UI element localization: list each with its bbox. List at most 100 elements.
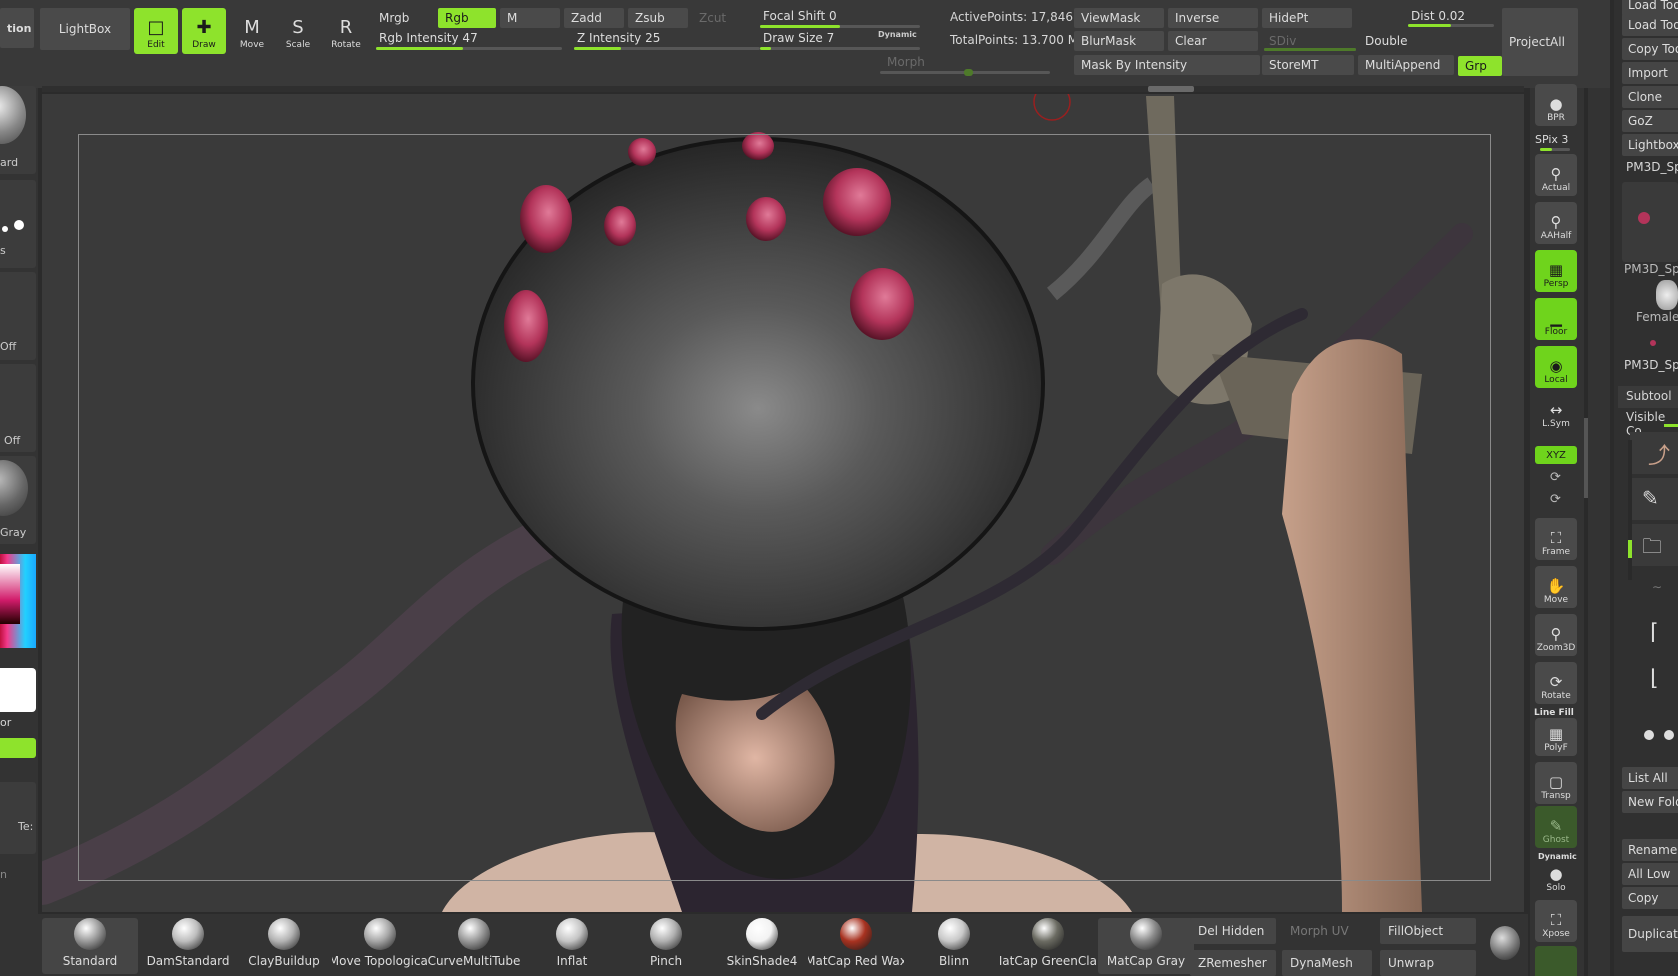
rgb-intensity-slider[interactable]: Rgb Intensity 47 xyxy=(372,28,562,48)
list-all-button[interactable]: List All xyxy=(1622,767,1678,789)
secondary-color-swatch[interactable] xyxy=(0,738,36,758)
spix-slider[interactable]: SPix 3 xyxy=(1535,133,1568,146)
xyz-button[interactable]: XYZ xyxy=(1535,446,1577,464)
all-low-button[interactable]: All Low xyxy=(1622,863,1678,885)
goz-button[interactable]: GoZ xyxy=(1622,110,1678,132)
subtool-item[interactable] xyxy=(1630,708,1678,750)
rgb-intensity-track[interactable] xyxy=(376,47,562,50)
female-thumbnail-icon[interactable] xyxy=(1656,280,1678,310)
menu-button-partial[interactable]: tion xyxy=(0,8,34,48)
spix-track[interactable] xyxy=(1540,148,1570,151)
right-shelf-scroll-thumb[interactable] xyxy=(1584,418,1588,498)
material-slot[interactable]: Standard xyxy=(42,918,138,974)
zcut-toggle[interactable]: Zcut xyxy=(692,8,742,28)
brush-preview[interactable]: ard xyxy=(0,86,36,174)
fillobject-button[interactable]: FillObject xyxy=(1380,918,1476,944)
multiappend-button[interactable]: MultiAppend xyxy=(1358,55,1454,75)
scale-button[interactable]: S Scale xyxy=(276,8,320,54)
material-slot[interactable]: Blinn xyxy=(906,918,1002,974)
morph-track[interactable] xyxy=(880,69,1050,76)
sdiv-track[interactable] xyxy=(1264,48,1356,51)
subtool-item[interactable]: ⌊ xyxy=(1630,662,1678,704)
aahalf-button[interactable]: ⚲ AAHalf xyxy=(1535,202,1577,244)
zoom3d-button[interactable]: ⚲ Zoom3D xyxy=(1535,614,1577,656)
unwrap-button[interactable]: Unwrap xyxy=(1380,950,1476,976)
rename-button[interactable]: Rename xyxy=(1622,839,1678,861)
rotate-view-button[interactable]: ⟳ Rotate xyxy=(1535,662,1577,704)
grp-toggle[interactable]: Grp xyxy=(1458,56,1502,76)
alpha-preview[interactable]: Off xyxy=(0,272,36,360)
rotate-z-icon[interactable]: ⟳ xyxy=(1550,492,1561,507)
m-toggle[interactable]: M xyxy=(500,8,560,28)
material-slot[interactable]: MatCap Red Wax xyxy=(808,918,904,974)
color-gradient-square[interactable] xyxy=(0,564,20,624)
draw-button[interactable]: ✚ Draw xyxy=(182,8,226,54)
focal-shift-slider[interactable]: Focal Shift 0 xyxy=(756,6,916,26)
bpr-button[interactable]: ● BPR xyxy=(1535,84,1577,126)
material-slot[interactable]: MatCap GreenClay xyxy=(1000,918,1096,974)
pm3d-thumbnail-icon[interactable] xyxy=(1650,340,1656,346)
blurmask-button[interactable]: BlurMask xyxy=(1074,31,1164,51)
viewmask-button[interactable]: ViewMask xyxy=(1074,8,1164,28)
material-slot[interactable]: Pinch xyxy=(618,918,714,974)
dynamic-toggle[interactable]: Dynamic xyxy=(878,30,917,39)
material-slot[interactable]: CurveMultiTube xyxy=(426,918,522,974)
solo-button[interactable]: ● Solo xyxy=(1535,860,1577,896)
stroke-preview[interactable]: s xyxy=(0,180,36,268)
canvas-scroll-thumb[interactable] xyxy=(1148,86,1194,92)
actual-button[interactable]: ⚲ Actual xyxy=(1535,154,1577,196)
extra-shelf-button[interactable] xyxy=(1535,946,1577,976)
persp-button[interactable]: ▦ Persp xyxy=(1535,250,1577,292)
edit-button[interactable]: □ Edit xyxy=(134,8,178,54)
dist-track[interactable] xyxy=(1408,24,1494,27)
move-button[interactable]: M Move xyxy=(230,8,274,54)
lightbox-button[interactable]: LightBox xyxy=(40,8,130,50)
zbrush-logo-icon[interactable] xyxy=(1490,926,1520,960)
del-hidden-button[interactable]: Del Hidden xyxy=(1190,918,1276,944)
visible-count-slider[interactable] xyxy=(1664,424,1678,427)
canvas-scrollbar-horizontal[interactable] xyxy=(42,86,1524,92)
projectall-button[interactable]: ProjectAll xyxy=(1502,8,1578,76)
zsub-toggle[interactable]: Zsub xyxy=(628,8,688,28)
double-button[interactable]: Double xyxy=(1358,31,1448,51)
material-slot[interactable]: DamStandard xyxy=(140,918,236,974)
subtool-folder[interactable]: 🗀 xyxy=(1630,524,1678,566)
material-slot[interactable]: SkinShade4 xyxy=(714,918,810,974)
texture-slot[interactable]: Te: xyxy=(0,782,36,854)
mrgb-toggle[interactable]: Mrgb xyxy=(372,8,432,28)
clone-button[interactable]: Clone xyxy=(1622,86,1678,108)
inverse-button[interactable]: Inverse xyxy=(1168,8,1258,28)
texture-preview[interactable]: Off xyxy=(0,364,36,452)
rgb-toggle[interactable]: Rgb xyxy=(438,8,496,28)
duplicate-button[interactable]: Duplicate xyxy=(1622,916,1678,952)
z-intensity-track[interactable] xyxy=(574,47,760,50)
material-slot[interactable]: ClayBuildup xyxy=(236,918,332,974)
lsym-button[interactable]: ↔ L.Sym xyxy=(1535,394,1577,432)
color-picker[interactable] xyxy=(0,554,36,648)
material-slot[interactable]: Inflat xyxy=(524,918,620,974)
material-slot[interactable]: MatCap Gray xyxy=(1098,918,1194,974)
morph-slider[interactable]: Morph xyxy=(880,52,1020,72)
subtool-item[interactable]: ⌈ xyxy=(1630,616,1678,658)
xpose-button[interactable]: ⛶ Xpose xyxy=(1535,900,1577,942)
local-button[interactable]: ◉ Local xyxy=(1535,346,1577,388)
copy-subtool-button[interactable]: Copy xyxy=(1622,887,1678,909)
main-color-swatch[interactable] xyxy=(0,668,36,712)
ghost-button[interactable]: ✎ Ghost xyxy=(1535,806,1577,848)
subtool-item[interactable]: ∼ xyxy=(1630,570,1678,612)
frame-button[interactable]: ⛶ Frame xyxy=(1535,518,1577,560)
subtool-scrollbar[interactable] xyxy=(1628,440,1632,580)
rotate-y-icon[interactable]: ⟳ xyxy=(1550,470,1561,485)
import-button[interactable]: Import xyxy=(1622,62,1678,84)
clear-button[interactable]: Clear xyxy=(1168,31,1258,51)
zadd-toggle[interactable]: Zadd xyxy=(564,8,624,28)
subtool-header[interactable]: Subtool xyxy=(1618,386,1678,408)
mask-by-intensity-button[interactable]: Mask By Intensity xyxy=(1074,55,1260,75)
copy-tool-button[interactable]: Copy Tool xyxy=(1622,38,1678,60)
load-tool-button-2[interactable]: Load Tool xyxy=(1622,14,1678,36)
subtool-item[interactable]: ⤴ xyxy=(1630,432,1678,474)
subtool-scroll-thumb[interactable] xyxy=(1628,540,1632,558)
floor-button[interactable]: ▁ Floor xyxy=(1535,298,1577,340)
material-preview[interactable]: Gray xyxy=(0,456,36,544)
material-slot[interactable]: Move Topological xyxy=(332,918,428,974)
